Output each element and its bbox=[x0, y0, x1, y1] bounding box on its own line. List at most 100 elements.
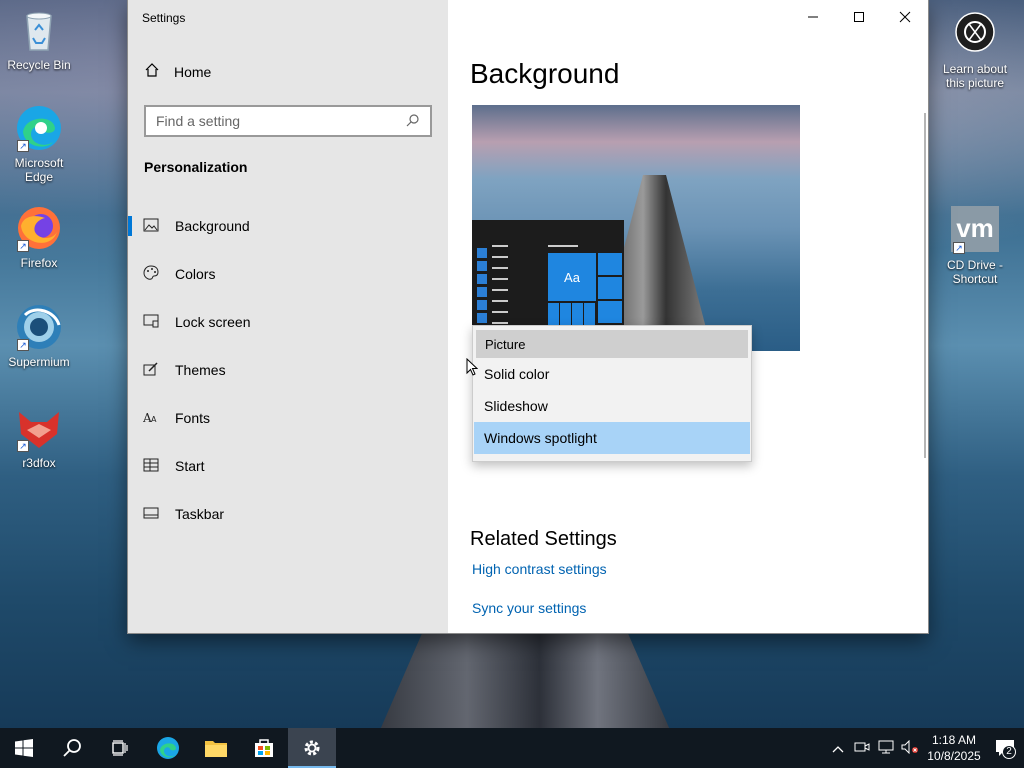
nav-item-label: Background bbox=[175, 218, 250, 234]
store-icon bbox=[255, 739, 273, 757]
search-placeholder: Find a setting bbox=[156, 113, 241, 129]
nav-item-start[interactable]: Start bbox=[128, 446, 448, 486]
clock[interactable]: 1:18 AM 10/8/2025 bbox=[922, 732, 986, 764]
desktop-icon-cd-drive-shortcut[interactable]: vm ↗ CD Drive - Shortcut bbox=[936, 206, 1014, 286]
desktop-icon-learn-about-picture[interactable]: Learn about this picture bbox=[936, 10, 1014, 90]
wallpaper-pier bbox=[380, 630, 670, 730]
desktop-icon-recycle-bin[interactable]: Recycle Bin bbox=[0, 6, 78, 72]
gear-icon bbox=[304, 740, 320, 756]
search-icon bbox=[406, 113, 420, 130]
section-title: Personalization bbox=[144, 159, 248, 175]
taskbar: 1:18 AM 10/8/2025 2 bbox=[0, 728, 1024, 768]
task-view-icon bbox=[112, 740, 128, 756]
network-icon[interactable] bbox=[874, 740, 898, 757]
nav-item-label: Fonts bbox=[175, 410, 211, 426]
palette-icon bbox=[143, 264, 173, 284]
meet-now-icon[interactable] bbox=[850, 740, 874, 757]
firefox-icon: ↗ bbox=[15, 204, 63, 252]
preview-top-line bbox=[548, 245, 578, 247]
desktop-icon-label: Recycle Bin bbox=[7, 58, 71, 72]
desktop-icon-edge[interactable]: ↗ Microsoft Edge bbox=[0, 104, 78, 184]
nav-item-lock-screen[interactable]: Lock screen bbox=[128, 302, 448, 342]
sync-settings-link[interactable]: Sync your settings bbox=[472, 600, 586, 616]
page-title: Background bbox=[470, 58, 620, 89]
clock-time: 1:18 AM bbox=[931, 733, 977, 747]
vm-icon: vm ↗ bbox=[951, 206, 999, 254]
search-button[interactable] bbox=[48, 728, 96, 768]
dropdown-option-solid-color[interactable]: Solid color bbox=[473, 358, 751, 390]
home-icon bbox=[144, 62, 160, 81]
nav-item-taskbar[interactable]: Taskbar bbox=[128, 494, 448, 534]
search-input[interactable]: Find a setting bbox=[144, 105, 432, 137]
background-preview: Aa bbox=[472, 105, 800, 351]
desktop-icon-supermium[interactable]: ↗ Supermium bbox=[0, 303, 78, 369]
edge-icon: ↗ bbox=[15, 104, 63, 152]
taskbar-icon bbox=[143, 506, 173, 522]
high-contrast-link[interactable]: High contrast settings bbox=[472, 561, 607, 577]
settings-sidebar: Settings Home Find a setting Personaliza… bbox=[128, 0, 448, 633]
nav-item-label: Taskbar bbox=[175, 506, 225, 522]
nav-item-label: Lock screen bbox=[175, 314, 251, 330]
windows-icon bbox=[15, 739, 33, 757]
desktop-icon-label: r3dfox bbox=[22, 456, 56, 470]
related-settings-heading: Related Settings bbox=[470, 528, 617, 550]
clock-date: 10/8/2025 bbox=[927, 749, 981, 763]
preview-tile-aa: Aa bbox=[548, 253, 596, 301]
nav-item-label: Start bbox=[175, 458, 205, 474]
nav-item-colors[interactable]: Colors bbox=[128, 254, 448, 294]
settings-taskbar-button[interactable] bbox=[288, 728, 336, 768]
start-button[interactable] bbox=[0, 728, 48, 768]
supermium-icon: ↗ bbox=[15, 303, 63, 351]
dropdown-option-windows-spotlight[interactable]: Windows spotlight bbox=[474, 422, 750, 454]
shortcut-arrow-icon: ↗ bbox=[953, 242, 965, 254]
preview-tile-column bbox=[477, 248, 487, 328]
nav-item-fonts[interactable]: AA Fonts bbox=[128, 398, 448, 438]
desktop-icon-label: Supermium bbox=[8, 355, 70, 369]
nav-home-label: Home bbox=[174, 63, 212, 80]
window-title: Settings bbox=[142, 11, 186, 25]
shortcut-arrow-icon: ↗ bbox=[17, 140, 29, 152]
nav-home[interactable]: Home bbox=[144, 62, 211, 81]
dropdown-option-slideshow[interactable]: Slideshow bbox=[473, 390, 751, 422]
svg-text:A: A bbox=[151, 415, 157, 424]
notification-count-badge: 2 bbox=[1002, 745, 1016, 759]
fonts-icon: AA bbox=[142, 410, 173, 427]
task-view-button[interactable] bbox=[96, 728, 144, 768]
shortcut-arrow-icon: ↗ bbox=[17, 339, 29, 351]
store-taskbar-button[interactable] bbox=[240, 728, 288, 768]
nav-item-label: Themes bbox=[175, 362, 226, 378]
background-type-dropdown[interactable]: Picture Solid color Slideshow Windows sp… bbox=[472, 325, 752, 462]
settings-main: Background Aa Picture Solid color Slides… bbox=[448, 0, 928, 633]
preview-menu-lines bbox=[492, 245, 508, 335]
nav-item-themes[interactable]: Themes bbox=[128, 350, 448, 390]
file-explorer-taskbar-button[interactable] bbox=[192, 728, 240, 768]
shortcut-arrow-icon: ↗ bbox=[17, 240, 29, 252]
dropdown-option-picture[interactable]: Picture bbox=[476, 330, 748, 358]
edge-taskbar-button[interactable] bbox=[144, 728, 192, 768]
desktop-icon-label: CD Drive - Shortcut bbox=[947, 258, 1003, 286]
scrollbar[interactable] bbox=[924, 113, 926, 458]
search-icon bbox=[63, 739, 81, 757]
desktop-icon-label: Learn about this picture bbox=[942, 62, 1008, 90]
system-tray: 1:18 AM 10/8/2025 2 bbox=[826, 728, 1024, 768]
mouse-cursor-icon bbox=[466, 358, 478, 376]
settings-window: Settings Home Find a setting Personaliza… bbox=[128, 0, 928, 633]
themes-icon bbox=[143, 361, 173, 380]
desktop-icon-label: Firefox bbox=[20, 256, 58, 270]
desktop-icon-firefox[interactable]: ↗ Firefox bbox=[0, 204, 78, 270]
recycle-bin-icon bbox=[15, 6, 63, 54]
volume-muted-icon[interactable] bbox=[898, 739, 922, 757]
nav-item-background[interactable]: Background bbox=[128, 206, 448, 246]
start-icon bbox=[143, 458, 173, 475]
chevron-up-icon[interactable] bbox=[826, 741, 850, 756]
folder-icon bbox=[205, 741, 227, 757]
notifications-button[interactable]: 2 bbox=[986, 728, 1024, 768]
lock-screen-icon bbox=[143, 314, 173, 331]
camera-icon bbox=[951, 10, 999, 58]
desktop-icon-r3dfox[interactable]: ↗ r3dfox bbox=[0, 404, 78, 470]
shortcut-arrow-icon: ↗ bbox=[17, 440, 29, 452]
edge-icon bbox=[157, 737, 179, 759]
image-icon bbox=[143, 218, 173, 235]
nav-item-label: Colors bbox=[175, 266, 216, 282]
r3dfox-icon: ↗ bbox=[15, 404, 63, 452]
